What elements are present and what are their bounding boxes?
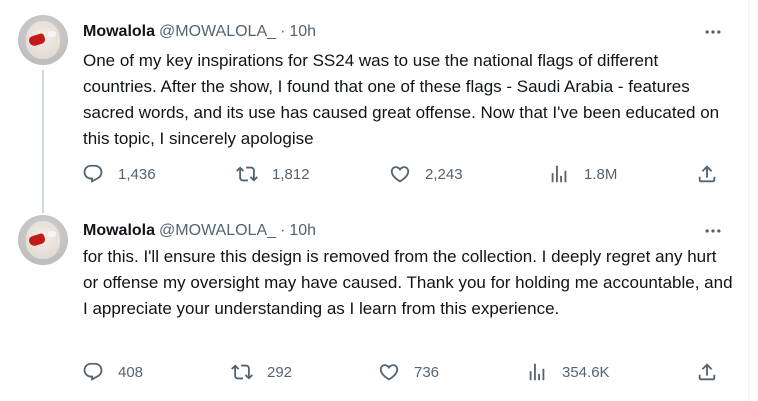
repost-button[interactable]: 1,812 (236, 159, 310, 189)
views-chart-icon (551, 165, 567, 183)
like-button[interactable]: 2,243 (389, 159, 463, 189)
views-chart-icon (529, 363, 545, 381)
repost-count: 292 (267, 363, 293, 381)
views-count: 354.6K (562, 363, 610, 381)
like-button[interactable]: 736 (378, 357, 439, 387)
timestamp[interactable]: 10h (289, 221, 316, 241)
separator-dot: · (280, 222, 286, 239)
avatar[interactable] (18, 215, 68, 265)
tweet[interactable]: Mowalola @MOWALOLA_ · 10h One of my key … (0, 0, 748, 213)
reply-count: 408 (118, 363, 144, 381)
heart-icon (379, 364, 399, 381)
display-name[interactable]: Mowalola (83, 221, 155, 241)
like-count: 736 (414, 363, 440, 381)
user-handle[interactable]: @MOWALOLA_ (159, 221, 276, 241)
tweet-header: Mowalola @MOWALOLA_ · 10h (83, 221, 316, 241)
timeline-border (748, 0, 749, 401)
timestamp[interactable]: 10h (289, 22, 316, 42)
separator-dot: · (280, 23, 286, 40)
more-horizontal-icon[interactable] (701, 22, 725, 42)
user-handle[interactable]: @MOWALOLA_ (159, 22, 276, 42)
tweet-text: for this. I'll ensure this design is rem… (83, 247, 733, 318)
avatar[interactable] (18, 15, 68, 65)
reply-count: 1,436 (118, 165, 156, 183)
share-icon (698, 165, 716, 183)
tweet[interactable]: Mowalola @MOWALOLA_ · 10h for this. I'll… (0, 208, 748, 401)
share-button[interactable] (696, 159, 718, 189)
tweet-actions: 408 292 736 354.6K (76, 357, 736, 387)
views-button[interactable]: 354.6K (526, 357, 610, 387)
repost-icon (236, 166, 258, 182)
tweet-text: One of my key inspirations for SS24 was … (83, 51, 720, 148)
repost-button[interactable]: 292 (231, 357, 292, 387)
reply-icon (83, 362, 103, 381)
views-count: 1.8M (584, 165, 618, 183)
tweet-actions: 1,436 1,812 2,243 1.8M (76, 159, 736, 189)
share-button[interactable] (696, 357, 718, 387)
reply-button[interactable]: 408 (82, 357, 143, 387)
more-horizontal-icon[interactable] (701, 221, 725, 241)
display-name[interactable]: Mowalola (83, 22, 155, 42)
share-icon (698, 363, 716, 381)
reply-icon (83, 164, 103, 183)
tweet-header: Mowalola @MOWALOLA_ · 10h (83, 22, 316, 42)
thread-connector-line (42, 70, 44, 213)
heart-icon (390, 166, 410, 183)
repost-icon (231, 364, 253, 380)
like-count: 2,243 (425, 165, 463, 183)
views-button[interactable]: 1.8M (548, 159, 617, 189)
repost-count: 1,812 (272, 165, 310, 183)
reply-button[interactable]: 1,436 (82, 159, 156, 189)
